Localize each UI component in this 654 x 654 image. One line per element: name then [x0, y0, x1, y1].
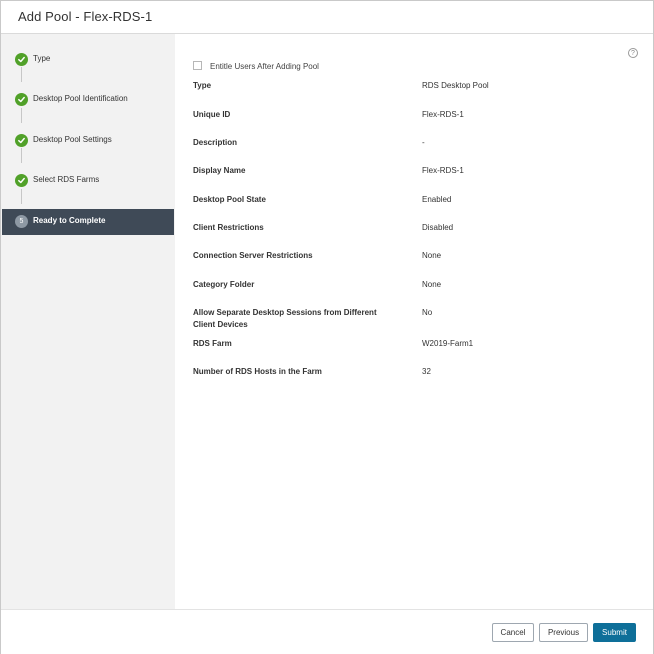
- submit-button[interactable]: Submit: [593, 623, 636, 642]
- summary-value: None: [422, 251, 442, 260]
- wizard-step-desktop-pool-settings[interactable]: Desktop Pool Settings: [2, 128, 174, 154]
- summary-key: Connection Server Restrictions: [193, 251, 313, 260]
- summary-key: Desktop Pool State: [193, 195, 266, 204]
- summary-key: Category Folder: [193, 280, 255, 289]
- check-icon: [15, 134, 28, 147]
- summary-value: -: [422, 138, 425, 147]
- summary-value: No: [422, 308, 433, 317]
- entitle-users-label: Entitle Users After Adding Pool: [210, 62, 319, 71]
- step-label: Desktop Pool Settings: [33, 135, 112, 144]
- cancel-button[interactable]: Cancel: [492, 623, 534, 642]
- check-icon: [15, 93, 28, 106]
- step-label: Select RDS Farms: [33, 175, 100, 184]
- summary-panel: ? Entitle Users After Adding Pool Type R…: [175, 34, 653, 609]
- step-label: Type: [33, 54, 51, 63]
- summary-value: W2019-Farm1: [422, 339, 474, 348]
- dialog-title: Add Pool - Flex-RDS-1: [18, 9, 153, 24]
- checkbox-box[interactable]: [193, 61, 202, 70]
- previous-button[interactable]: Previous: [539, 623, 588, 642]
- summary-key: Number of RDS Hosts in the Farm: [193, 367, 322, 376]
- dialog-header: Add Pool - Flex-RDS-1: [1, 1, 653, 34]
- summary-value: RDS Desktop Pool: [422, 81, 489, 90]
- summary-value: Flex-RDS-1: [422, 110, 464, 119]
- summary-value: 32: [422, 367, 431, 376]
- check-icon: [15, 174, 28, 187]
- summary-value: Flex-RDS-1: [422, 166, 464, 175]
- summary-key: Description: [193, 138, 238, 147]
- summary-value: Enabled: [422, 195, 452, 204]
- wizard-step-select-rds-farms[interactable]: Select RDS Farms: [2, 168, 174, 194]
- summary-key: Type: [193, 81, 212, 90]
- add-pool-dialog: Add Pool - Flex-RDS-1 Type Desktop Pool …: [0, 0, 654, 654]
- summary-key: Unique ID: [193, 110, 231, 119]
- step-label: Ready to Complete: [33, 216, 106, 225]
- wizard-step-ready-to-complete[interactable]: 5 Ready to Complete: [2, 209, 174, 235]
- summary-key: Client Restrictions: [193, 223, 264, 232]
- summary-key: RDS Farm: [193, 339, 232, 348]
- wizard-step-type[interactable]: Type: [2, 47, 174, 73]
- wizard-step-desktop-pool-identification[interactable]: Desktop Pool Identification: [2, 87, 174, 113]
- summary-value: None: [422, 280, 442, 289]
- summary-key: Display Name: [193, 166, 246, 175]
- summary-key: Allow Separate Desktop Sessions from Dif…: [193, 308, 377, 329]
- dialog-footer: Cancel Previous Submit: [1, 609, 653, 654]
- check-icon: [15, 53, 28, 66]
- step-label: Desktop Pool Identification: [33, 94, 128, 103]
- summary-value: Disabled: [422, 223, 454, 232]
- help-icon[interactable]: ?: [628, 48, 638, 58]
- step-number-badge: 5: [15, 215, 28, 228]
- wizard-steps-sidebar: Type Desktop Pool Identification Desktop…: [1, 34, 175, 609]
